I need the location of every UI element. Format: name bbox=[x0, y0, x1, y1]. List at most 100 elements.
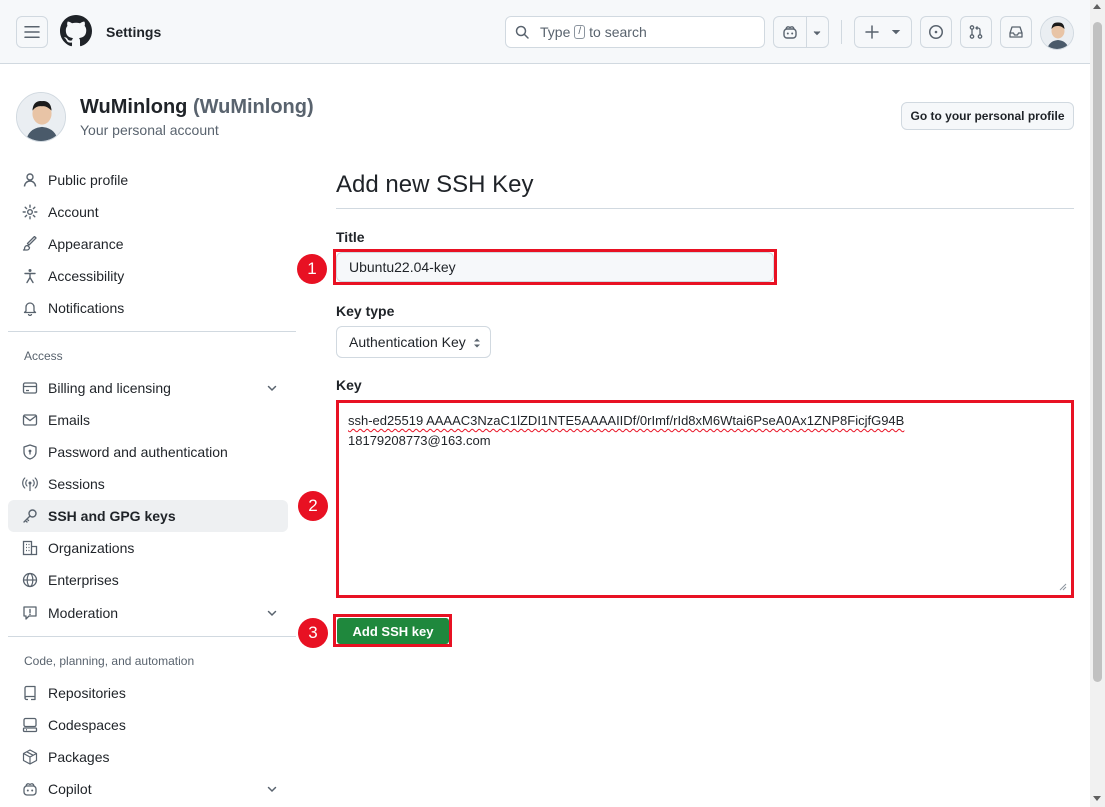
sidebar-item-password-authentication[interactable]: Password and authentication bbox=[8, 436, 288, 468]
sidebar-item-label: Moderation bbox=[48, 605, 119, 621]
page-title: Add new SSH Key bbox=[336, 171, 534, 198]
chevron-down-icon[interactable] bbox=[266, 607, 278, 619]
sidebar-item-label: Public profile bbox=[48, 172, 129, 188]
gear-icon bbox=[22, 204, 38, 220]
annotation-badge-2: 2 bbox=[298, 491, 328, 521]
sidebar-item-moderation[interactable]: Moderation bbox=[8, 597, 288, 629]
sidebar-item-billing[interactable]: Billing and licensing bbox=[8, 372, 288, 404]
search-shortcut-key: / bbox=[574, 25, 586, 39]
header-divider bbox=[841, 20, 842, 44]
package-icon bbox=[22, 749, 38, 765]
scroll-down-arrow-icon[interactable] bbox=[1093, 796, 1101, 801]
sidebar-item-label: Copilot bbox=[48, 781, 92, 797]
copilot-icon bbox=[783, 26, 797, 39]
sidebar-item-sessions[interactable]: Sessions bbox=[8, 468, 288, 500]
chevron-down-icon bbox=[891, 30, 901, 35]
search-input[interactable]: Type / to search bbox=[505, 16, 765, 48]
accessibility-icon bbox=[24, 269, 36, 284]
ssh-key-textarea[interactable]: ssh-ed25519 AAAAC3NzaC1lZDI1NTE5AAAAIIDf… bbox=[339, 403, 1071, 595]
chevron-down-icon[interactable] bbox=[812, 29, 822, 37]
key-type-selected-value: Authentication Key bbox=[349, 334, 466, 350]
go-to-profile-button[interactable]: Go to your personal profile bbox=[901, 102, 1074, 130]
create-new-button[interactable] bbox=[854, 16, 912, 48]
account-avatar[interactable] bbox=[16, 92, 66, 142]
user-avatar[interactable] bbox=[1040, 16, 1074, 50]
annotation-badge-3: 3 bbox=[298, 618, 328, 648]
key-text-line-2: 18179208773@163.com bbox=[348, 433, 491, 448]
copilot-icon bbox=[23, 783, 37, 796]
scroll-thumb[interactable] bbox=[1093, 22, 1102, 682]
title-divider bbox=[336, 208, 1074, 209]
sidebar-item-label: Billing and licensing bbox=[48, 380, 171, 396]
sidebar-item-label: Sessions bbox=[48, 476, 105, 492]
key-type-select[interactable]: Authentication Key bbox=[336, 326, 491, 358]
sidebar-item-organizations[interactable]: Organizations bbox=[8, 532, 288, 564]
search-placeholder-suffix: to search bbox=[589, 24, 647, 40]
sidebar-heading-code: Code, planning, and automation bbox=[24, 654, 195, 668]
sidebar-divider bbox=[8, 636, 296, 637]
sidebar-item-label: Packages bbox=[48, 749, 110, 765]
repo-icon bbox=[24, 685, 36, 701]
sidebar-item-emails[interactable]: Emails bbox=[8, 404, 288, 436]
chevron-down-icon[interactable] bbox=[266, 783, 278, 795]
git-pull-request-icon bbox=[969, 25, 983, 39]
sidebar-item-copilot[interactable]: Copilot bbox=[8, 773, 288, 805]
sidebar-heading-access: Access bbox=[24, 349, 63, 363]
sidebar-item-label: Appearance bbox=[48, 236, 124, 252]
sidebar-item-packages[interactable]: Packages bbox=[8, 741, 288, 773]
ssh-key-title-input[interactable]: Ubuntu22.04-key bbox=[336, 252, 774, 282]
sidebar-item-label: Account bbox=[48, 204, 99, 220]
sidebar-item-account[interactable]: Account bbox=[8, 196, 288, 228]
add-ssh-key-button[interactable]: Add SSH key bbox=[337, 618, 449, 644]
sidebar-item-appearance[interactable]: Appearance bbox=[8, 228, 288, 260]
sidebar-item-label: Repositories bbox=[48, 685, 126, 701]
bell-icon bbox=[23, 302, 37, 316]
plus-icon bbox=[865, 25, 879, 39]
pull-requests-button[interactable] bbox=[960, 16, 992, 48]
sidebar-item-public-profile[interactable]: Public profile bbox=[8, 164, 288, 196]
shield-lock-icon bbox=[23, 444, 37, 460]
sidebar-item-label: Emails bbox=[48, 412, 91, 428]
title-field-label: Title bbox=[336, 229, 365, 245]
sidebar-item-accessibility[interactable]: Accessibility bbox=[8, 260, 288, 292]
sidebar-item-codespaces[interactable]: Codespaces bbox=[8, 709, 288, 741]
inbox-button[interactable] bbox=[1000, 16, 1032, 48]
top-header: Settings Type / to search bbox=[0, 0, 1090, 64]
scroll-up-arrow-icon[interactable] bbox=[1093, 4, 1101, 9]
page-context-title[interactable]: Settings bbox=[106, 24, 161, 40]
sidebar-item-label: Password and authentication bbox=[48, 444, 228, 460]
sidebar-item-label: Accessibility bbox=[48, 268, 125, 284]
globe-icon bbox=[22, 572, 38, 588]
select-arrows-icon bbox=[474, 338, 480, 348]
paintbrush-icon bbox=[22, 236, 37, 251]
sidebar-item-label: SSH and GPG keys bbox=[48, 508, 176, 524]
avatar-photo bbox=[17, 93, 65, 141]
avatar-photo bbox=[1041, 17, 1073, 49]
copilot-separator bbox=[806, 17, 807, 47]
key-type-label: Key type bbox=[336, 303, 395, 319]
person-icon bbox=[23, 173, 37, 187]
resize-grip-icon[interactable] bbox=[1059, 583, 1067, 591]
account-subtitle: Your personal account bbox=[80, 122, 219, 138]
organization-icon bbox=[22, 540, 38, 556]
copilot-button[interactable] bbox=[773, 16, 829, 48]
report-icon bbox=[23, 606, 37, 620]
chevron-down-icon[interactable] bbox=[266, 382, 278, 394]
sidebar-item-enterprises[interactable]: Enterprises bbox=[8, 564, 288, 596]
sidebar-item-ssh-gpg-keys[interactable]: SSH and GPG keys bbox=[8, 500, 288, 532]
sidebar-item-notifications[interactable]: Notifications bbox=[8, 292, 288, 324]
page-scrollbar[interactable] bbox=[1090, 0, 1105, 807]
account-display-name[interactable]: WuMinlong bbox=[80, 96, 187, 118]
github-logo-icon[interactable] bbox=[60, 15, 92, 47]
sidebar-item-label: Codespaces bbox=[48, 717, 126, 733]
sidebar-item-label: Enterprises bbox=[48, 572, 119, 588]
issues-button[interactable] bbox=[920, 16, 952, 48]
menu-button[interactable] bbox=[16, 16, 48, 48]
inbox-icon bbox=[1009, 26, 1023, 38]
account-login: (WuMinlong) bbox=[192, 96, 314, 118]
account-name: WuMinlong (WuMinlong) bbox=[80, 96, 314, 119]
broadcast-icon bbox=[22, 477, 38, 492]
sidebar-divider bbox=[8, 331, 296, 332]
issue-opened-icon bbox=[929, 25, 943, 39]
sidebar-item-repositories[interactable]: Repositories bbox=[8, 677, 288, 709]
